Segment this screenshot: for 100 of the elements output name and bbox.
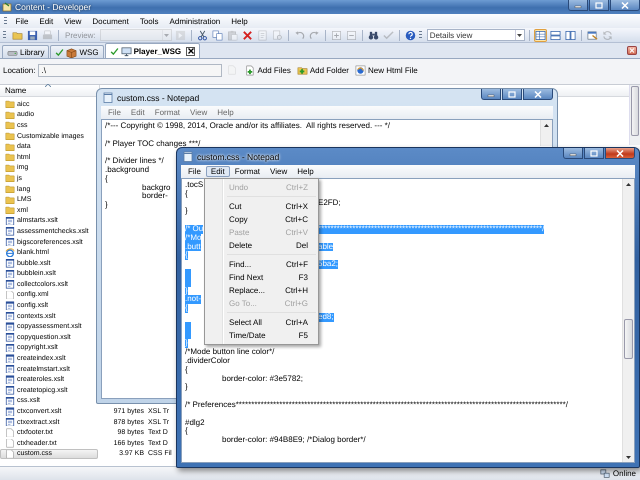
tab[interactable]: Library xyxy=(2,45,50,58)
menu-item[interactable]: Find Next F3 xyxy=(207,271,316,284)
document-icon xyxy=(256,30,268,40)
menu-item[interactable]: Format xyxy=(230,166,266,177)
minimize-button[interactable] xyxy=(563,148,583,159)
menu-item[interactable]: View xyxy=(58,16,87,26)
menu-item[interactable]: Copy Ctrl+C xyxy=(207,213,316,226)
code-line: /* Player TOC changes ***/ xyxy=(105,140,200,148)
scroll-down-icon xyxy=(626,456,631,458)
code-line: /* Preferences**********************************************************************************************************/ xyxy=(185,400,568,410)
close-icon xyxy=(616,150,624,156)
scroll-up-icon xyxy=(544,124,549,126)
properties-icon xyxy=(586,30,598,40)
stylesheet-document-icon xyxy=(5,301,15,310)
toolbar-button[interactable]: Add Files xyxy=(244,64,291,76)
toolbar-button[interactable] xyxy=(26,28,39,42)
close-button[interactable] xyxy=(610,0,640,11)
code-line: { xyxy=(185,366,188,375)
toolbar-button[interactable] xyxy=(196,28,209,42)
toolbar-button[interactable] xyxy=(210,28,224,42)
up-folder-icon xyxy=(226,65,237,75)
caret-icon xyxy=(517,34,522,36)
toolbar-button[interactable] xyxy=(586,28,599,42)
notepad-icon xyxy=(103,92,113,103)
close-tab-button[interactable] xyxy=(186,46,196,56)
minus-box-icon xyxy=(346,30,357,40)
toolbar-button[interactable] xyxy=(564,28,577,42)
code-line: .dividerColor xyxy=(185,356,230,366)
toolbar-button[interactable]: New Html File xyxy=(354,64,418,76)
stylesheet-document-icon xyxy=(5,238,15,246)
restore-button[interactable] xyxy=(589,0,609,11)
menu-item[interactable]: Cut Ctrl+X xyxy=(207,200,316,213)
stylesheet-document-icon xyxy=(5,258,15,268)
toolbar-button[interactable] xyxy=(240,28,254,42)
restore-icon xyxy=(590,150,598,156)
menu-item[interactable]: Tools xyxy=(134,16,164,26)
rows-icon xyxy=(550,30,561,40)
close-pane-button[interactable] xyxy=(627,46,637,55)
code-line: border- xyxy=(141,192,168,202)
menu-item[interactable]: Help xyxy=(226,16,254,26)
browser-icon xyxy=(5,248,15,257)
binoculars-icon xyxy=(368,30,379,40)
toolbar-button[interactable]: Add Folder xyxy=(296,64,349,76)
code-line: /*Mode button line color*/ xyxy=(185,348,274,357)
add-file-icon xyxy=(244,64,256,76)
stylesheet-document-icon xyxy=(5,344,15,352)
menu-item[interactable]: File xyxy=(183,166,206,177)
stylesheet-document-icon xyxy=(5,322,15,332)
code-line: { xyxy=(185,427,188,436)
toolbar-button[interactable] xyxy=(548,28,562,42)
dropdown[interactable]: Details view xyxy=(426,29,525,41)
delete-icon xyxy=(242,30,253,40)
code-line: .tocS xyxy=(185,181,204,190)
location-field[interactable]: .\ xyxy=(38,64,222,76)
menu-item[interactable]: Find... Ctrl+F xyxy=(207,258,316,271)
printer-icon xyxy=(42,30,53,40)
restore-icon xyxy=(508,90,516,98)
menu-item[interactable]: Edit xyxy=(34,16,59,26)
close-icon xyxy=(621,2,629,8)
restore-button[interactable] xyxy=(584,148,604,159)
tab[interactable]: WSG xyxy=(50,45,104,58)
caret-icon xyxy=(164,34,170,36)
code-line: { xyxy=(105,174,108,184)
check-icon xyxy=(110,46,119,56)
toolbar-button[interactable] xyxy=(404,28,417,42)
minimize-button[interactable] xyxy=(568,0,588,11)
menu-item[interactable]: Select All Ctrl+A xyxy=(207,316,316,329)
menu-item[interactable]: Replace... Ctrl+H xyxy=(207,284,316,297)
spell-check-icon xyxy=(382,30,394,40)
menu-item[interactable]: File xyxy=(10,16,34,26)
status-text: Online xyxy=(612,469,636,478)
check-icon xyxy=(55,48,64,56)
close-button[interactable] xyxy=(605,148,635,159)
redo-icon xyxy=(308,30,320,40)
menu-item[interactable]: Document xyxy=(86,16,134,26)
plus-box-icon xyxy=(330,30,342,40)
clipboard-icon xyxy=(226,30,238,40)
menu-item[interactable]: Delete Del xyxy=(207,239,316,252)
tab[interactable]: Player_WSG xyxy=(104,43,200,58)
document-icon xyxy=(5,290,15,300)
code-line: backgro xyxy=(141,184,170,192)
undo-icon xyxy=(294,30,305,40)
code-line: /* Divider lines */ xyxy=(105,157,164,166)
scrollbar[interactable] xyxy=(629,85,640,145)
stylesheet-document-icon xyxy=(5,333,15,342)
monitor-icon xyxy=(120,46,132,56)
document-magnifier-icon xyxy=(272,30,283,40)
scrollbar-thumb[interactable] xyxy=(624,318,633,359)
toolbar-button[interactable] xyxy=(534,28,547,42)
menu-item[interactable]: Time/Date F5 xyxy=(207,329,316,342)
window-title: custom.css - Notepad xyxy=(197,152,280,162)
scrollbar[interactable] xyxy=(622,179,634,462)
close-icon xyxy=(534,90,542,98)
menu-item[interactable]: View xyxy=(265,166,292,177)
stylesheet-document-icon xyxy=(5,375,15,384)
menu-item[interactable]: Help xyxy=(292,166,319,177)
menu-item[interactable]: Edit xyxy=(206,166,230,177)
scrollbar-thumb[interactable] xyxy=(631,86,639,136)
stylesheet-document-icon xyxy=(5,418,15,426)
menu-item[interactable]: Administration xyxy=(164,16,226,26)
